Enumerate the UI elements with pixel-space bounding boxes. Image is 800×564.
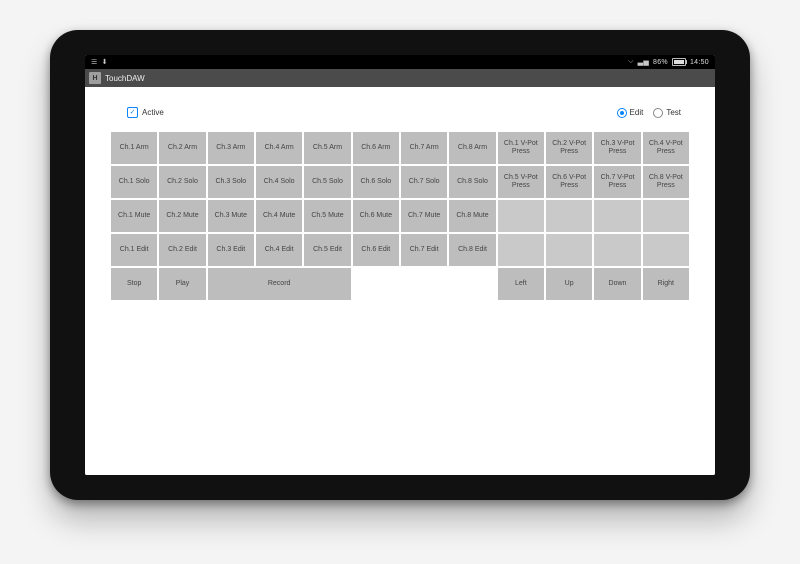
grid-button[interactable]: Ch.6 Edit	[353, 234, 399, 266]
grid-button[interactable]: Ch.1 Mute	[111, 200, 157, 232]
grid-blank	[353, 268, 399, 300]
grid-button[interactable]	[498, 234, 544, 266]
grid-button[interactable]: Ch.7 Arm	[401, 132, 447, 164]
checkbox-icon: ✓	[127, 107, 138, 118]
grid-button[interactable]: Ch.7 Mute	[401, 200, 447, 232]
grid-button[interactable]	[498, 200, 544, 232]
grid-button[interactable]: Ch.4 Edit	[256, 234, 302, 266]
grid-button[interactable]: Ch.8 V-Pot Press	[643, 166, 689, 198]
grid-blank	[401, 268, 447, 300]
grid-button[interactable]	[643, 200, 689, 232]
app-title: TouchDAW	[105, 74, 145, 83]
grid-button[interactable]: Record	[208, 268, 351, 300]
wifi-icon: ▃▅	[638, 58, 649, 66]
grid-button[interactable]: Ch.4 Mute	[256, 200, 302, 232]
grid-button[interactable]: Ch.6 Arm	[353, 132, 399, 164]
battery-icon	[672, 58, 686, 66]
grid-button[interactable]: Ch.2 Mute	[159, 200, 205, 232]
grid-button[interactable]: Ch.2 Arm	[159, 132, 205, 164]
radio-icon	[653, 108, 663, 118]
main-content: ✓ Active Edit Test	[85, 87, 715, 475]
grid-button[interactable]: Up	[546, 268, 592, 300]
grid-button[interactable]	[594, 234, 640, 266]
grid-button[interactable]: Ch.7 V-Pot Press	[594, 166, 640, 198]
mode-test[interactable]: Test	[653, 108, 681, 118]
grid-button[interactable]: Ch.1 V-Pot Press	[498, 132, 544, 164]
grid-button[interactable]: Ch.3 V-Pot Press	[594, 132, 640, 164]
radio-icon-selected	[617, 108, 627, 118]
grid-button[interactable]: Ch.8 Solo	[449, 166, 495, 198]
grid-button[interactable]	[643, 234, 689, 266]
mode-test-label: Test	[666, 108, 681, 117]
bluetooth-icon: ⌵	[628, 58, 634, 66]
mode-edit-label: Edit	[630, 108, 644, 117]
grid-button[interactable]: Ch.7 Solo	[401, 166, 447, 198]
grid-button[interactable]: Ch.1 Arm	[111, 132, 157, 164]
active-label: Active	[142, 108, 164, 117]
grid-button[interactable]: Ch.5 Arm	[304, 132, 350, 164]
android-status-bar: ☰ ⬇ ⌵ ▃▅ 86% 14:50	[85, 55, 715, 69]
grid-button[interactable]: Ch.2 Solo	[159, 166, 205, 198]
grid-button[interactable]: Ch.5 Edit	[304, 234, 350, 266]
grid-button[interactable]: Ch.5 Mute	[304, 200, 350, 232]
grid-button[interactable]: Ch.4 Solo	[256, 166, 302, 198]
grid-button[interactable]: Ch.4 V-Pot Press	[643, 132, 689, 164]
grid-button[interactable]	[594, 200, 640, 232]
active-checkbox[interactable]: ✓ Active	[127, 107, 164, 118]
grid-button[interactable]: Ch.6 Solo	[353, 166, 399, 198]
app-bar: H TouchDAW	[85, 69, 715, 87]
grid-button[interactable]: Ch.5 Solo	[304, 166, 350, 198]
app-logo: H	[89, 72, 101, 84]
drawer-icon: ☰	[91, 58, 98, 66]
grid-button[interactable]: Stop	[111, 268, 157, 300]
screen: ☰ ⬇ ⌵ ▃▅ 86% 14:50 H TouchDAW ✓	[85, 55, 715, 475]
grid-button[interactable]: Ch.3 Solo	[208, 166, 254, 198]
grid-button[interactable]	[546, 234, 592, 266]
grid-button[interactable]: Ch.3 Mute	[208, 200, 254, 232]
mode-radios: Edit Test	[617, 108, 681, 118]
grid-button[interactable]: Ch.5 V-Pot Press	[498, 166, 544, 198]
grid-button[interactable]: Ch.6 Mute	[353, 200, 399, 232]
grid-button[interactable]: Ch.2 V-Pot Press	[546, 132, 592, 164]
grid-button[interactable]: Ch.2 Edit	[159, 234, 205, 266]
grid-button[interactable]: Ch.7 Edit	[401, 234, 447, 266]
grid-button[interactable]: Ch.8 Edit	[449, 234, 495, 266]
grid-button[interactable]: Ch.8 Mute	[449, 200, 495, 232]
grid-button[interactable]: Ch.1 Solo	[111, 166, 157, 198]
button-grid: Ch.1 ArmCh.2 ArmCh.3 ArmCh.4 ArmCh.5 Arm…	[111, 132, 689, 300]
mode-edit[interactable]: Edit	[617, 108, 644, 118]
grid-button[interactable]: Ch.6 V-Pot Press	[546, 166, 592, 198]
clock: 14:50	[690, 59, 709, 66]
grid-button[interactable]: Right	[643, 268, 689, 300]
grid-button[interactable]: Ch.1 Edit	[111, 234, 157, 266]
grid-button[interactable]: Ch.3 Edit	[208, 234, 254, 266]
grid-button[interactable]	[546, 200, 592, 232]
download-icon: ⬇	[102, 58, 108, 66]
grid-button[interactable]: Ch.3 Arm	[208, 132, 254, 164]
battery-percent: 86%	[653, 59, 668, 66]
tablet-device: ☰ ⬇ ⌵ ▃▅ 86% 14:50 H TouchDAW ✓	[50, 30, 750, 500]
options-row: ✓ Active Edit Test	[111, 107, 689, 132]
grid-button[interactable]: Down	[594, 268, 640, 300]
grid-button[interactable]: Ch.4 Arm	[256, 132, 302, 164]
grid-blank	[449, 268, 495, 300]
grid-button[interactable]: Play	[159, 268, 205, 300]
grid-button[interactable]: Ch.8 Arm	[449, 132, 495, 164]
grid-button[interactable]: Left	[498, 268, 544, 300]
